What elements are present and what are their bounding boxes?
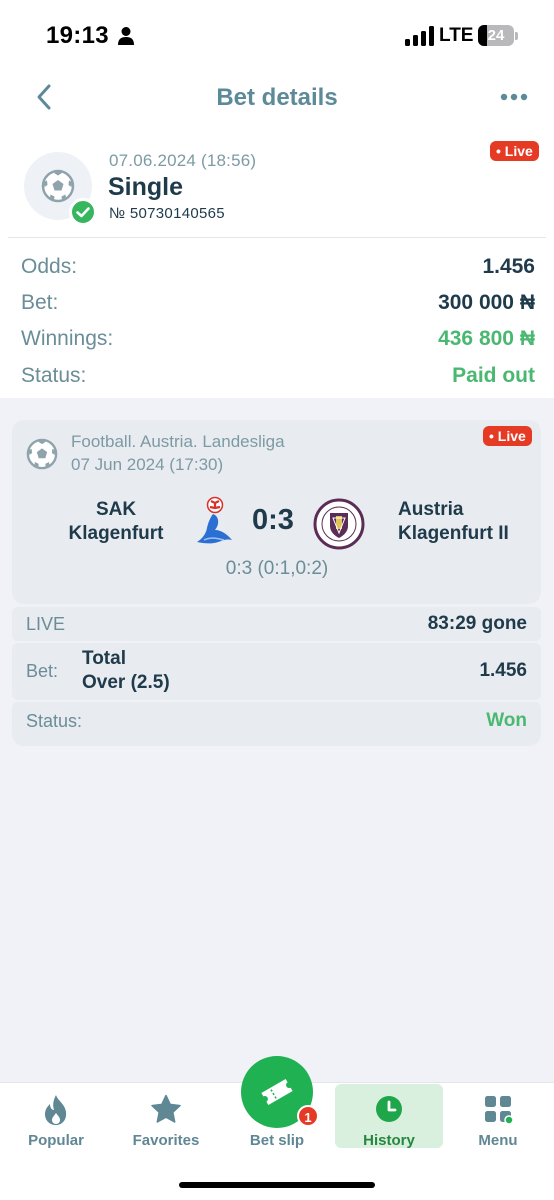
status-bar: 19:13 LTE 24 <box>0 0 554 70</box>
away-team-name-2: Klagenfurt II <box>398 523 509 544</box>
winnings-label: Winnings: <box>21 327 114 350</box>
status-label: Status: <box>21 364 87 387</box>
nav-popular[interactable]: Popular <box>2 1084 110 1149</box>
battery-cap <box>515 32 518 40</box>
divider <box>8 237 546 238</box>
period-time: 83:29 gone <box>427 613 527 634</box>
bet-date: 07.06.2024 (18:56) <box>109 151 257 170</box>
home-team-name-2: Klagenfurt <box>68 523 164 544</box>
event-league: Football. Austria. Landesliga <box>71 432 285 451</box>
event-status-label: Status: <box>26 711 83 731</box>
away-team-logo <box>313 498 365 550</box>
away-team: Austria Klagenfurt II <box>398 498 533 546</box>
bet-odds: 1.456 <box>479 660 527 681</box>
nav-betslip-label: Bet slip <box>249 1132 305 1149</box>
event-date: 07 Jun 2024 (17:30) <box>71 455 224 474</box>
period-label: LIVE <box>26 614 66 634</box>
odds-label: Odds: <box>21 255 78 278</box>
battery-level: 24 <box>487 27 505 44</box>
nav-history[interactable]: History <box>335 1084 443 1149</box>
page-title: Bet details <box>216 84 338 111</box>
event-bet-row: Bet: Total Over (2.5) 1.456 <box>12 643 541 700</box>
nav-menu-label: Menu <box>478 1132 518 1149</box>
bet-label: Bet: <box>26 661 59 681</box>
more-options-icon[interactable] <box>496 84 532 110</box>
nav-popular-label: Popular <box>28 1132 84 1149</box>
winnings-value: 436 800 ₦ <box>438 327 535 350</box>
score: 0:3 <box>252 504 294 536</box>
football-icon <box>26 438 58 470</box>
stake-value: 300 000 ₦ <box>438 291 535 314</box>
status-value: Paid out <box>452 364 535 387</box>
bet-market: Total Over (2.5) <box>82 647 170 695</box>
nav-favorites-label: Favorites <box>132 1132 200 1149</box>
settled-check-icon <box>69 198 97 226</box>
signal-icon <box>405 26 434 46</box>
home-team: SAK Klagenfurt <box>30 498 202 546</box>
odds-row: Odds: 1.456 <box>21 252 535 282</box>
network-type: LTE <box>439 25 474 46</box>
nav-history-label: History <box>363 1132 415 1149</box>
nav-menu[interactable]: Menu <box>444 1084 552 1149</box>
flame-icon <box>45 1095 67 1125</box>
status-row: Status: Paid out <box>21 361 535 391</box>
odds-value: 1.456 <box>482 255 535 278</box>
event-status-row: Status: Won <box>12 702 541 746</box>
home-team-name-1: SAK <box>95 499 137 520</box>
bet-slip-count-badge: 1 <box>297 1105 319 1127</box>
home-team-logo <box>197 496 232 544</box>
bet-type: Single <box>108 173 184 201</box>
battery-icon: 24 <box>478 25 514 46</box>
star-icon <box>151 1094 181 1123</box>
home-indicator <box>179 1182 375 1188</box>
event-period-row: LIVE 83:29 gone <box>12 607 541 641</box>
nav-favorites[interactable]: Favorites <box>112 1084 220 1149</box>
ticket-icon <box>261 1078 293 1106</box>
menu-grid-icon <box>485 1096 513 1124</box>
bet-market-name: Total <box>82 648 126 669</box>
away-team-name-1: Austria <box>398 499 464 520</box>
bet-market-outcome: Over (2.5) <box>82 672 170 693</box>
stake-row: Bet: 300 000 ₦ <box>21 288 535 318</box>
football-icon <box>41 169 75 203</box>
winnings-row: Winnings: 436 800 ₦ <box>21 324 535 354</box>
event-live-badge: • Live <box>483 426 532 446</box>
live-badge: • Live <box>490 141 539 161</box>
event-status-value: Won <box>486 710 527 731</box>
bet-number: № 50730140565 <box>109 205 225 222</box>
stake-label: Bet: <box>21 291 59 314</box>
score-detail: 0:3 (0:1,0:2) <box>225 558 329 579</box>
person-icon <box>118 27 134 45</box>
clock-icon <box>376 1096 402 1122</box>
status-time: 19:13 <box>46 22 109 49</box>
